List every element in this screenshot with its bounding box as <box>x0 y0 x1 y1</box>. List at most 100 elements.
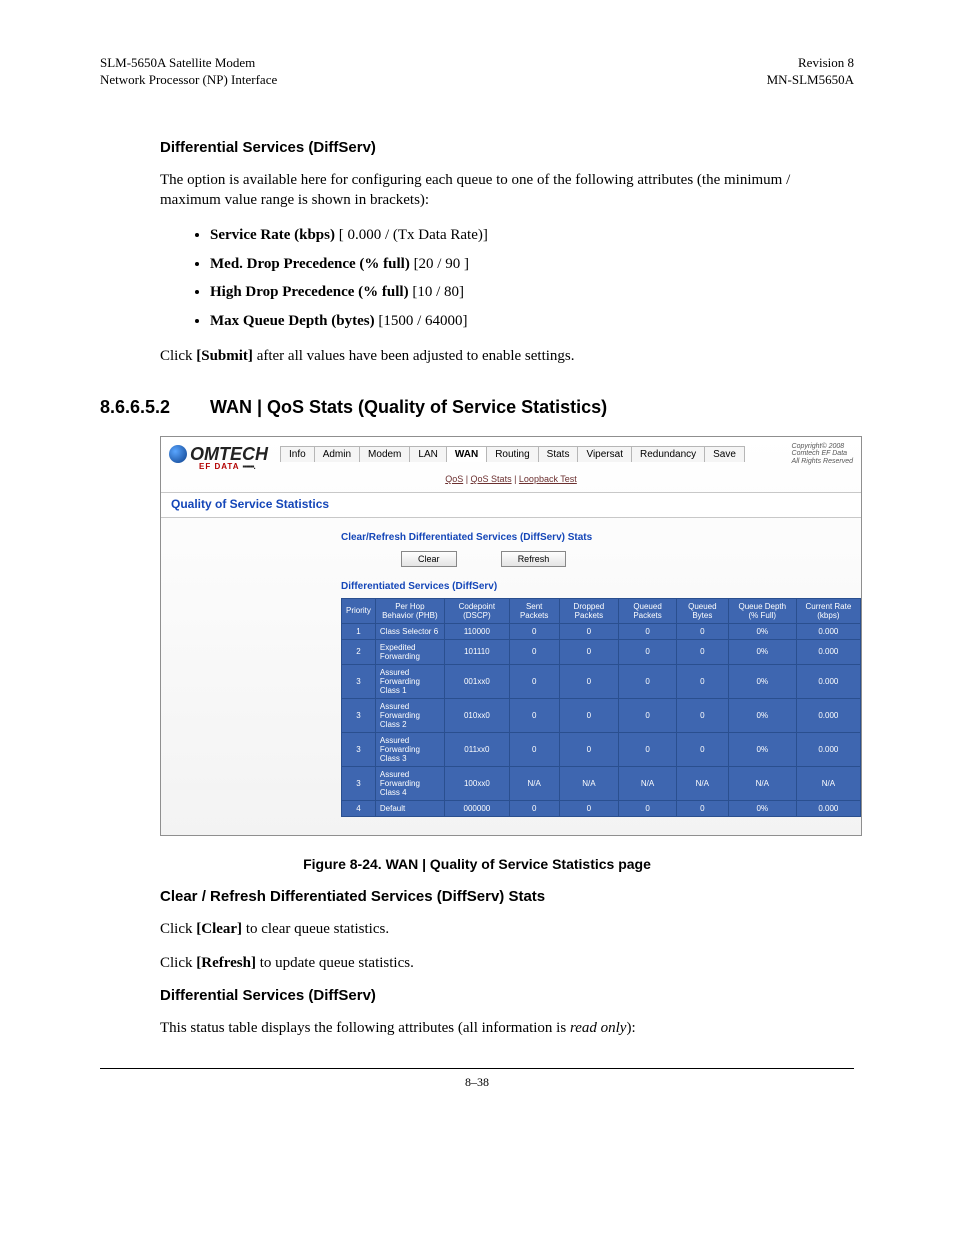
tab-admin[interactable]: Admin <box>314 446 360 462</box>
table-cell: 0.000 <box>796 732 860 766</box>
header-left-2: Network Processor (NP) Interface <box>100 72 277 89</box>
sub-nav: QoS | QoS Stats | Loopback Test <box>161 471 861 492</box>
table-cell: 3 <box>342 766 376 800</box>
table-cell: Class Selector 6 <box>375 623 444 639</box>
subnav-link[interactable]: QoS Stats <box>471 474 512 484</box>
col-header: Sent Packets <box>509 598 559 623</box>
table-cell: N/A <box>728 766 796 800</box>
tab-wan[interactable]: WAN <box>446 446 487 462</box>
table-cell: 0.000 <box>796 698 860 732</box>
clear-refresh-heading: Clear / Refresh Differentiated Services … <box>160 888 854 905</box>
table-cell: 0 <box>559 664 619 698</box>
tab-info[interactable]: Info <box>280 446 315 462</box>
tab-lan[interactable]: LAN <box>409 446 446 462</box>
table-cell: N/A <box>676 766 728 800</box>
globe-icon <box>169 445 187 463</box>
table-cell: 0 <box>619 800 677 816</box>
table-cell: N/A <box>559 766 619 800</box>
table-cell: 0% <box>728 800 796 816</box>
table-cell: N/A <box>509 766 559 800</box>
tab-save[interactable]: Save <box>704 446 745 462</box>
table-cell: 4 <box>342 800 376 816</box>
submit-instruction: Click [Submit] after all values have bee… <box>160 346 854 366</box>
table-cell: 0.000 <box>796 800 860 816</box>
table-cell: 0 <box>619 698 677 732</box>
diffserv-status-intro: This status table displays the following… <box>160 1018 854 1038</box>
table-cell: 3 <box>342 664 376 698</box>
table-cell: Assured Forwarding Class 1 <box>375 664 444 698</box>
table-cell: 0 <box>619 639 677 664</box>
subnav-link[interactable]: Loopback Test <box>519 474 577 484</box>
table-cell: 2 <box>342 639 376 664</box>
tab-redundancy[interactable]: Redundancy <box>631 446 705 462</box>
table-cell: Default <box>375 800 444 816</box>
list-item: Service Rate (kbps) [ 0.000 / (Tx Data R… <box>210 224 854 247</box>
table-cell: 110000 <box>444 623 509 639</box>
table-row: 3Assured Forwarding Class 2010xx000000%0… <box>342 698 861 732</box>
tab-modem[interactable]: Modem <box>359 446 410 462</box>
table-cell: 0 <box>619 623 677 639</box>
table-row: 3Assured Forwarding Class 1001xx000000%0… <box>342 664 861 698</box>
diffserv-options-list: Service Rate (kbps) [ 0.000 / (Tx Data R… <box>160 224 854 332</box>
list-item: High Drop Precedence (% full) [10 / 80] <box>210 281 854 304</box>
table-cell: 3 <box>342 698 376 732</box>
table-cell: 0 <box>509 664 559 698</box>
table-cell: 0 <box>559 639 619 664</box>
diffserv-intro: The option is available here for configu… <box>160 170 854 211</box>
table-cell: Assured Forwarding Class 2 <box>375 698 444 732</box>
copyright-text: Copyright© 2008 Comtech EF Data All Righ… <box>792 443 853 466</box>
table-row: 1Class Selector 611000000000%0.000 <box>342 623 861 639</box>
efdata-subtitle: EF DATA ▪▪▪▪▪▪. <box>199 462 861 471</box>
table-cell: 0% <box>728 639 796 664</box>
tab-stats[interactable]: Stats <box>538 446 579 462</box>
table-cell: 0.000 <box>796 623 860 639</box>
table-cell: 0 <box>676 639 728 664</box>
table-cell: 0% <box>728 664 796 698</box>
page-header: SLM-5650A Satellite Modem Network Proces… <box>100 55 854 89</box>
table-cell: 0 <box>676 732 728 766</box>
diffserv-stats-table: PriorityPer Hop Behavior (PHB)Codepoint … <box>341 598 861 817</box>
table-cell: 0 <box>619 732 677 766</box>
table-cell: 011xx0 <box>444 732 509 766</box>
top-nav-tabs: InfoAdminModemLANWANRoutingStatsVipersat… <box>280 446 744 462</box>
table-cell: 0 <box>509 698 559 732</box>
header-right-1: Revision 8 <box>767 55 854 72</box>
list-item: Med. Drop Precedence (% full) [20 / 90 ] <box>210 253 854 276</box>
section-heading: 8.6.6.5.2WAN | QoS Stats (Quality of Ser… <box>100 397 854 418</box>
tab-routing[interactable]: Routing <box>486 446 538 462</box>
table-cell: 0 <box>509 623 559 639</box>
table-cell: 0.000 <box>796 664 860 698</box>
list-item: Max Queue Depth (bytes) [1500 / 64000] <box>210 310 854 333</box>
table-cell: 0.000 <box>796 639 860 664</box>
refresh-instruction: Click [Refresh] to update queue statisti… <box>160 953 854 973</box>
table-cell: 0 <box>676 664 728 698</box>
table-cell: N/A <box>619 766 677 800</box>
table-row: 3Assured Forwarding Class 3011xx000000%0… <box>342 732 861 766</box>
clear-button[interactable]: Clear <box>401 551 457 567</box>
diffserv-heading-1: Differential Services (DiffServ) <box>160 139 854 156</box>
table-cell: 0 <box>559 623 619 639</box>
header-left-1: SLM-5650A Satellite Modem <box>100 55 277 72</box>
panel-title: Quality of Service Statistics <box>161 492 861 518</box>
header-right-2: MN-SLM5650A <box>767 72 854 89</box>
col-header: Queued Packets <box>619 598 677 623</box>
table-cell: 0 <box>676 623 728 639</box>
clear-instruction: Click [Clear] to clear queue statistics. <box>160 919 854 939</box>
table-cell: 0 <box>619 664 677 698</box>
col-header: Per Hop Behavior (PHB) <box>375 598 444 623</box>
table-cell: 0 <box>559 800 619 816</box>
table-row: 4Default00000000000%0.000 <box>342 800 861 816</box>
diffserv-heading-2: Differential Services (DiffServ) <box>160 987 854 1004</box>
table-cell: 1 <box>342 623 376 639</box>
tab-vipersat[interactable]: Vipersat <box>577 446 632 462</box>
figure-caption: Figure 8-24. WAN | Quality of Service St… <box>100 856 854 872</box>
table-cell: 0% <box>728 732 796 766</box>
subnav-link[interactable]: QoS <box>445 474 463 484</box>
table-cell: Assured Forwarding Class 3 <box>375 732 444 766</box>
table-cell: 000000 <box>444 800 509 816</box>
table-row: 2Expedited Forwarding10111000000%0.000 <box>342 639 861 664</box>
refresh-button[interactable]: Refresh <box>501 551 567 567</box>
page-number: 8–38 <box>100 1068 854 1090</box>
col-header: Dropped Packets <box>559 598 619 623</box>
table-cell: 0 <box>509 800 559 816</box>
